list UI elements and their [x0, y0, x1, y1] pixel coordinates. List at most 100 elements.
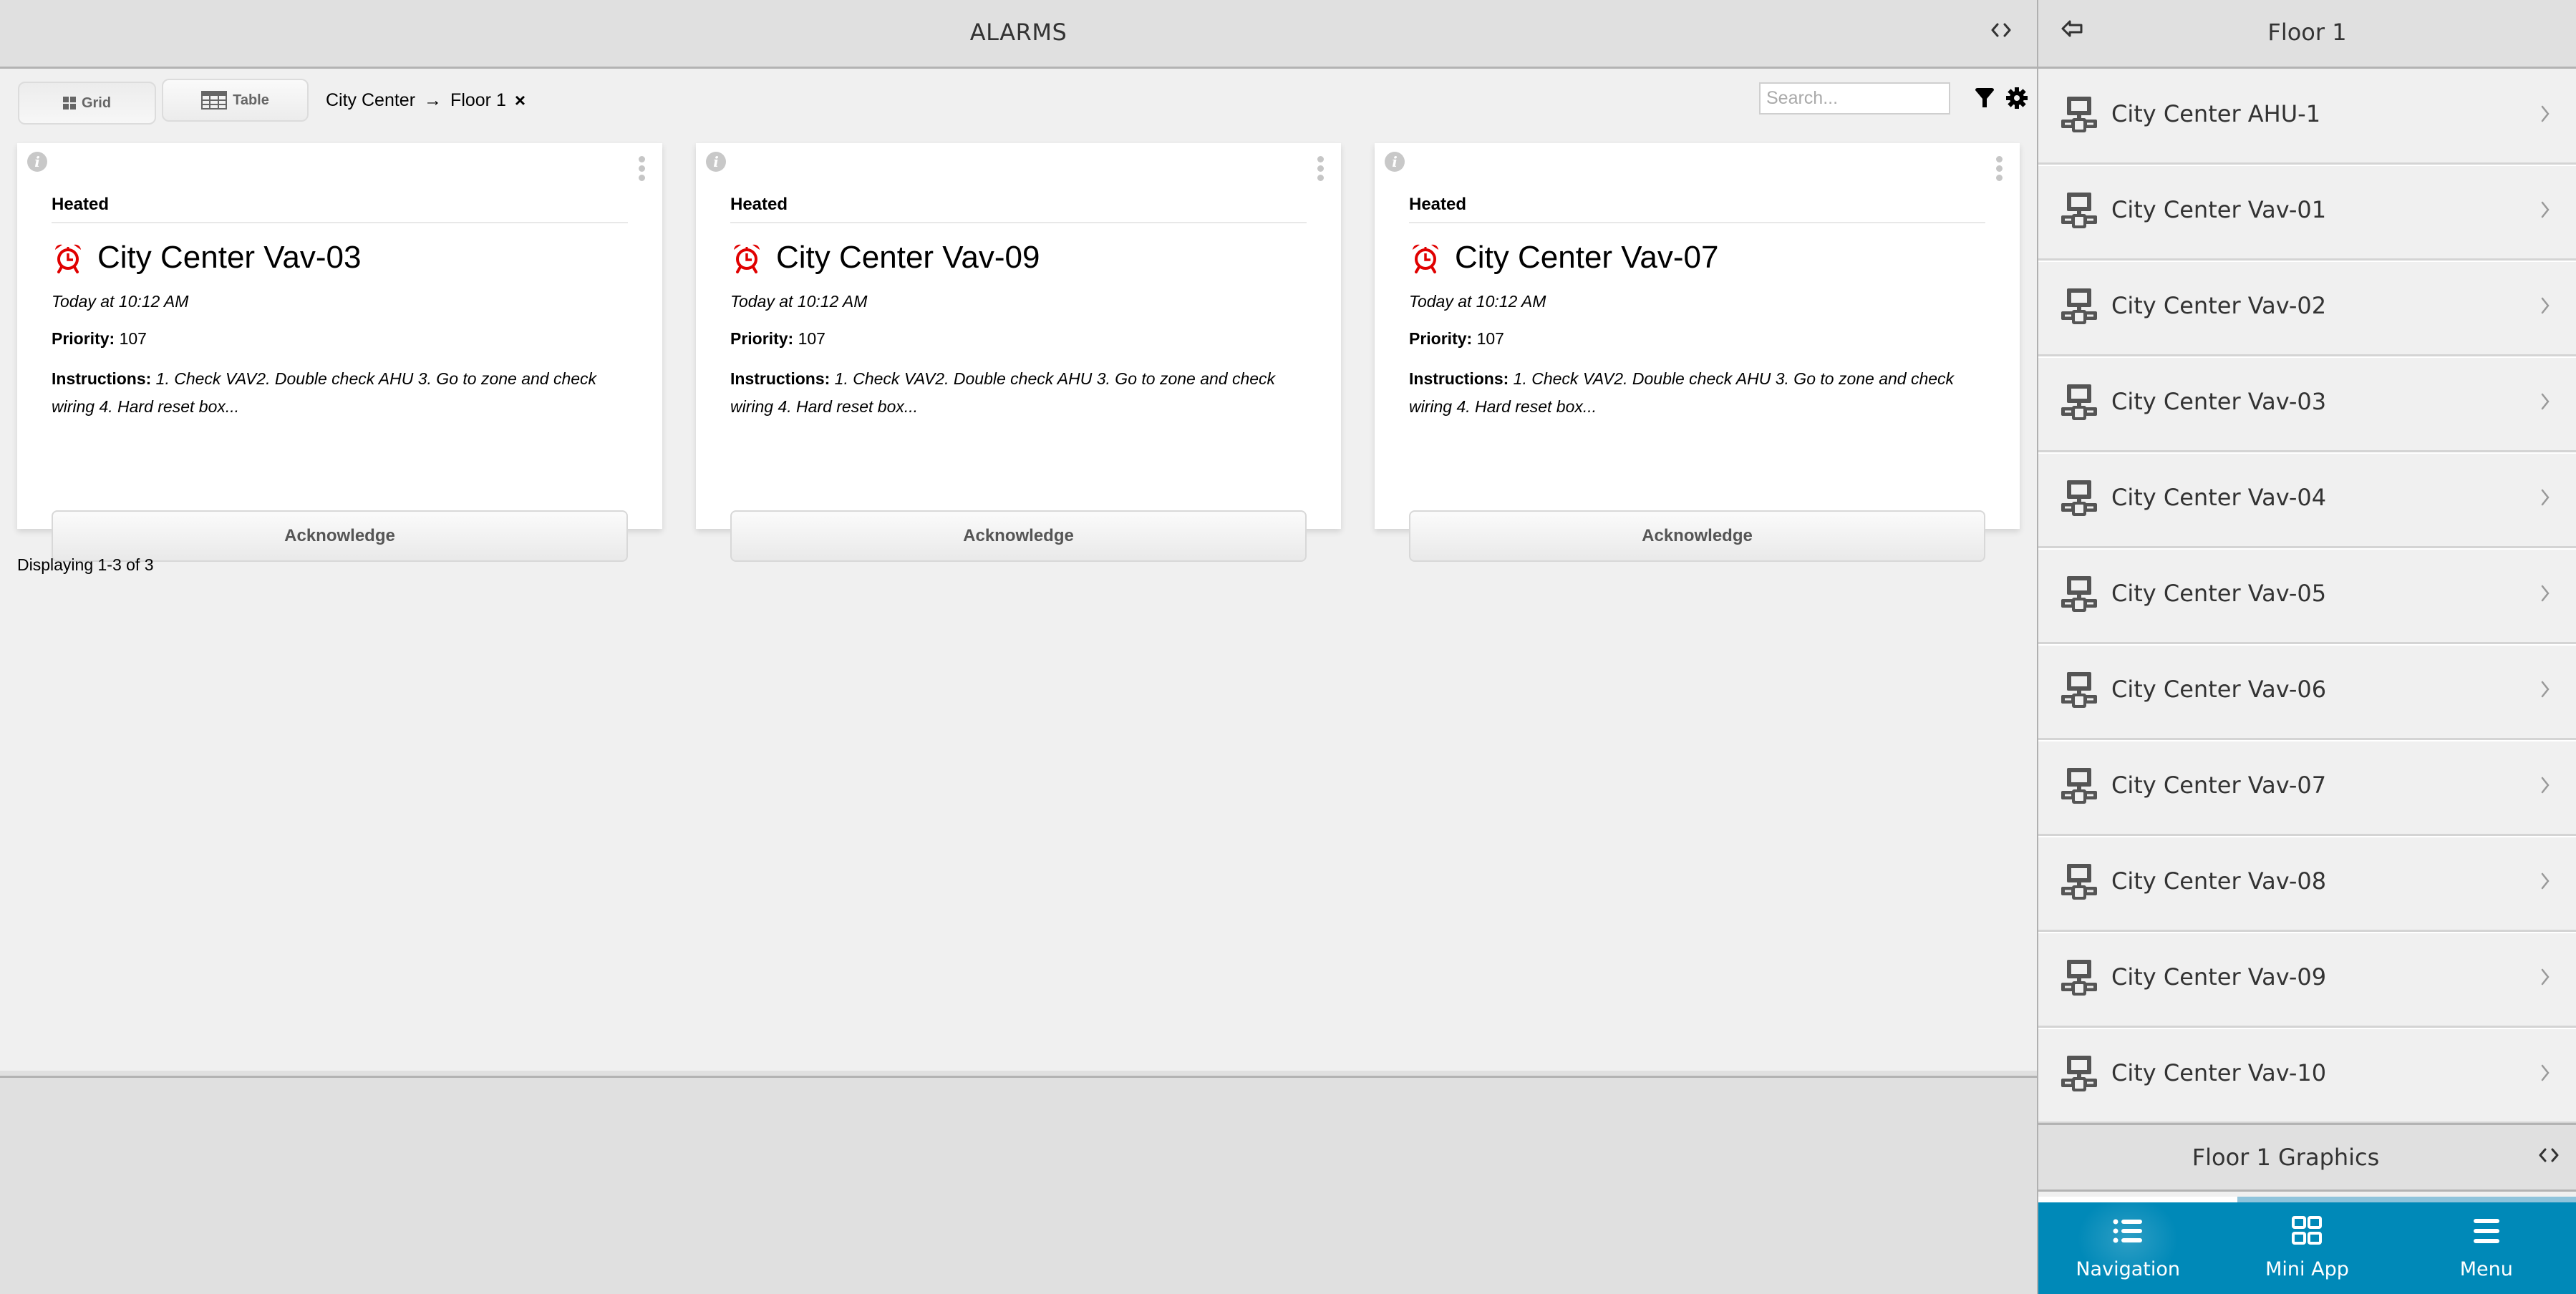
pane-splitter[interactable]: [0, 1071, 2037, 1078]
alarm-timestamp: Today at 10:12 AM: [730, 292, 868, 311]
breadcrumb-separator: →: [424, 89, 442, 110]
alarm-source-name: City Center Vav-07: [1455, 240, 1719, 275]
list-item[interactable]: City Center Vav-09: [2038, 932, 2576, 1028]
alarm-title-row: City Center Vav-07: [1409, 240, 1718, 276]
priority-value: 107: [798, 329, 825, 348]
chevron-right-icon: [2541, 297, 2550, 314]
table-view-label: Table: [233, 92, 269, 108]
list-icon: [2113, 1219, 2143, 1243]
device-network-icon: [2061, 960, 2097, 996]
breadcrumb-item[interactable]: Floor 1: [450, 90, 506, 111]
filter-icon[interactable]: [1972, 86, 1997, 110]
table-view-button[interactable]: Table: [162, 79, 309, 122]
priority-label: Priority:: [52, 329, 115, 348]
device-network-icon: [2061, 384, 2097, 420]
list-item-label: City Center Vav-01: [2111, 196, 2327, 223]
info-icon[interactable]: i: [706, 152, 726, 172]
graphics-header[interactable]: Floor 1 Graphics: [2038, 1123, 2576, 1192]
tab-label: Menu: [2459, 1258, 2513, 1280]
hamburger-icon: [2473, 1219, 2499, 1243]
alarm-source-name: City Center Vav-03: [97, 240, 362, 275]
page-title: ALARMS: [969, 19, 1067, 46]
alarm-category: Heated: [730, 195, 1307, 223]
chevron-right-icon: [2541, 681, 2550, 698]
more-options-icon[interactable]: [636, 156, 647, 185]
device-network-icon: [2061, 1056, 2097, 1091]
alarms-header: ALARMS: [0, 0, 2037, 69]
alarm-title-row: City Center Vav-09: [730, 240, 1040, 276]
acknowledge-button[interactable]: Acknowledge: [730, 510, 1307, 562]
alarm-title-row: City Center Vav-03: [52, 240, 361, 276]
device-network-icon: [2061, 864, 2097, 900]
tab-label: Mini App: [2265, 1258, 2349, 1280]
alarm-priority: Priority: 107: [730, 329, 825, 349]
device-network-icon: [2061, 288, 2097, 324]
breadcrumb-item[interactable]: City Center: [326, 90, 415, 111]
acknowledge-button[interactable]: Acknowledge: [1409, 510, 1985, 562]
alarm-instructions: Instructions: 1. Check VAV2. Double chec…: [730, 365, 1307, 421]
list-item[interactable]: City Center Vav-05: [2038, 548, 2576, 644]
tab-menu[interactable]: Menu: [2397, 1202, 2576, 1294]
alarm-clock-icon: [55, 244, 81, 273]
list-item-label: City Center Vav-09: [2111, 963, 2327, 991]
acknowledge-button[interactable]: Acknowledge: [52, 510, 628, 562]
list-item[interactable]: City Center Vav-03: [2038, 356, 2576, 452]
list-item[interactable]: City Center Vav-04: [2038, 452, 2576, 548]
expand-collapse-icon[interactable]: [1987, 16, 2015, 44]
chevron-right-icon: [2541, 1064, 2550, 1081]
device-network-icon: [2061, 480, 2097, 516]
alarm-card: i Heated City Center Vav-07 Today at 10:…: [1375, 143, 2020, 562]
priority-value: 107: [119, 329, 147, 348]
panel-header: Floor 1: [2038, 0, 2576, 69]
alarm-clock-icon: [1413, 244, 1438, 273]
priority-label: Priority:: [1409, 329, 1473, 348]
equipment-list: City Center AHU-1 City Center Vav-01 City …: [2038, 69, 2576, 1124]
list-item-label: City Center Vav-02: [2111, 292, 2327, 319]
chevron-right-icon: [2541, 489, 2550, 506]
priority-label: Priority:: [730, 329, 794, 348]
alarm-priority: Priority: 107: [52, 329, 147, 349]
list-item-label: City Center Vav-05: [2111, 580, 2327, 607]
gear-icon[interactable]: [2005, 86, 2029, 110]
priority-value: 107: [1476, 329, 1504, 348]
chevron-right-icon: [2541, 872, 2550, 890]
more-options-icon[interactable]: [1994, 156, 2004, 185]
grid-icon: [2292, 1216, 2323, 1245]
instructions-label: Instructions:: [1409, 369, 1509, 388]
instructions-label: Instructions:: [52, 369, 152, 388]
chevron-right-icon: [2541, 393, 2550, 410]
tab-label: Navigation: [2076, 1258, 2180, 1280]
navigation-panel: Floor 1 City Center AHU-1 City Center Vav…: [2038, 0, 2576, 1294]
alarm-instructions: Instructions: 1. Check VAV2. Double chec…: [1409, 365, 1985, 421]
list-item[interactable]: City Center Vav-10: [2038, 1028, 2576, 1124]
expand-collapse-icon[interactable]: [2534, 1141, 2563, 1169]
list-item-label: City Center Vav-06: [2111, 676, 2327, 703]
list-item[interactable]: City Center AHU-1: [2038, 69, 2576, 165]
chevron-right-icon: [2541, 201, 2550, 218]
more-options-icon[interactable]: [1315, 156, 1325, 185]
list-item[interactable]: City Center Vav-07: [2038, 740, 2576, 836]
device-network-icon: [2061, 672, 2097, 708]
lower-pane: [0, 1078, 2037, 1294]
list-item-label: City Center Vav-08: [2111, 867, 2327, 895]
grid-view-button[interactable]: Grid: [18, 82, 156, 125]
panel-title: Floor 1: [2267, 19, 2347, 46]
list-item[interactable]: City Center Vav-02: [2038, 261, 2576, 356]
clear-filter-icon[interactable]: ×: [515, 89, 526, 112]
alarm-timestamp: Today at 10:12 AM: [1409, 292, 1546, 311]
info-icon[interactable]: i: [27, 152, 47, 172]
tab-mini-app[interactable]: Mini App: [2217, 1202, 2396, 1294]
alarm-card: i Heated City Center Vav-09 Today at 10:…: [696, 143, 1341, 562]
table-icon: [201, 91, 228, 110]
list-item-label: City Center Vav-10: [2111, 1059, 2327, 1086]
search-input[interactable]: [1759, 82, 1950, 115]
list-item[interactable]: City Center Vav-06: [2038, 644, 2576, 740]
tab-navigation[interactable]: Navigation: [2038, 1202, 2218, 1294]
list-item-label: City Center Vav-07: [2111, 772, 2327, 799]
device-network-icon: [2061, 768, 2097, 804]
list-item[interactable]: City Center Vav-01: [2038, 165, 2576, 261]
grid-icon: [62, 97, 76, 110]
list-item[interactable]: City Center Vav-08: [2038, 836, 2576, 932]
list-item-label: City Center Vav-04: [2111, 484, 2327, 511]
info-icon[interactable]: i: [1385, 152, 1405, 172]
